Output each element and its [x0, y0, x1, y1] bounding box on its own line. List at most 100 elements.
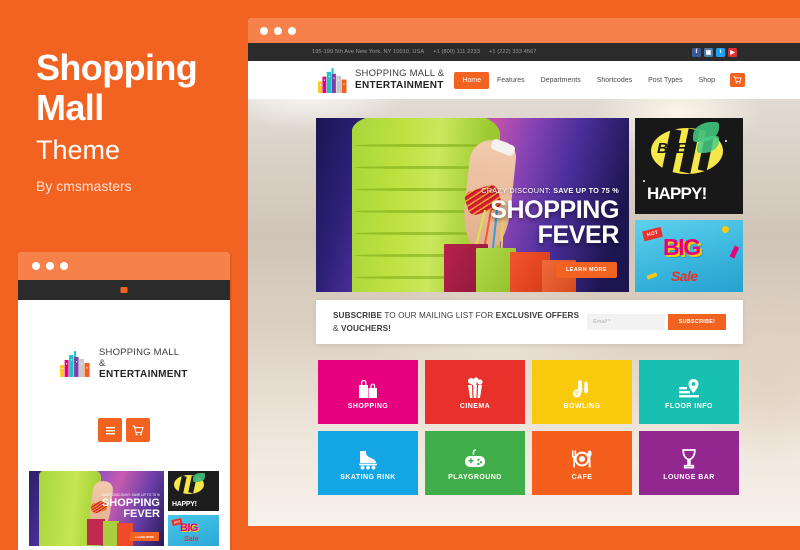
- mobile-banner-column: HAPPY! HOT BIG Sale: [168, 471, 219, 546]
- bee-happy-banner[interactable]: BEE HAPPY!: [635, 118, 743, 214]
- youtube-icon[interactable]: ▶: [728, 47, 737, 57]
- city-skyline-logo-icon: [318, 67, 347, 93]
- minimize-dot-icon[interactable]: [274, 27, 282, 35]
- logo-line-1: SHOPPING MALL &: [99, 347, 179, 369]
- mobile-cart-button[interactable]: [126, 418, 150, 442]
- instagram-icon[interactable]: ▣: [704, 47, 713, 57]
- map-pin-icon: [677, 375, 701, 401]
- promo-title-line2: Mall: [36, 87, 104, 128]
- promo-subtitle: Theme: [36, 135, 121, 165]
- mobile-action-buttons: [98, 418, 150, 442]
- contact-topbar: 195-199 5th Ave New York, NY 10010, USA …: [248, 43, 800, 61]
- tile-lounge-bar[interactable]: LOUNGE BAR: [639, 431, 739, 495]
- mobile-hero-row: CRAZY DISCOUNT: SAVE UP TO 75 % SHOPPING…: [29, 471, 219, 546]
- promo-author: By cmsmasters: [36, 178, 132, 194]
- phone-1[interactable]: +1 (800) 111 2233: [433, 49, 480, 55]
- address-text: 195-199 5th Ave New York, NY 10010, USA: [312, 49, 425, 55]
- shopping-bags-icon: [356, 375, 380, 401]
- tile-label: CAFE: [571, 473, 593, 481]
- tile-bowling[interactable]: BOWLING: [532, 360, 632, 424]
- site-logo[interactable]: SHOPPING MALL & ENTERTAINMENT: [318, 67, 445, 93]
- mobile-menu-button[interactable]: [98, 418, 122, 442]
- tile-label: LOUNGE BAR: [663, 473, 715, 481]
- nav-item-shortcodes[interactable]: Shortcodes: [589, 72, 640, 89]
- hero-title-line2: FEVER: [537, 221, 620, 249]
- subscribe-button[interactable]: SUBSCRIBE!: [668, 314, 726, 330]
- nav-item-features[interactable]: Features: [489, 72, 533, 89]
- mobile-site-body: SHOPPING MALL & ENTERTAINMENT CRAZY DISC…: [18, 300, 230, 550]
- tile-cafe[interactable]: CAFE: [532, 431, 632, 495]
- contact-info: 195-199 5th Ave New York, NY 10010, USA …: [312, 49, 537, 55]
- hero-eyebrow: CRAZY DISCOUNT: SAVE UP TO 75 %: [439, 186, 619, 195]
- subscribe-bar: SUBSCRIBE TO OUR MAILING LIST FOR EXCLUS…: [316, 300, 743, 344]
- social-links: f ▣ t ▶: [692, 47, 737, 57]
- tile-label: SKATING RINK: [340, 473, 396, 481]
- logo-line-2: ENTERTAINMENT: [355, 79, 444, 91]
- tile-label: BOWLING: [563, 402, 601, 410]
- hamburger-menu-icon: [105, 426, 115, 434]
- cart-button[interactable]: [730, 73, 745, 87]
- tile-label: CINEMA: [459, 402, 491, 410]
- hero-slider[interactable]: CRAZY DISCOUNT: SAVE UP TO 75 % SHOPPING…: [316, 118, 629, 292]
- tile-label: PLAYGROUND: [448, 473, 502, 481]
- hero-title-line1: SHOPPING: [490, 196, 619, 224]
- plate-cutlery-icon: [570, 446, 594, 472]
- phone-2[interactable]: +1 (222) 333 4567: [489, 49, 537, 55]
- hero-eyebrow-plain: CRAZY DISCOUNT:: [481, 186, 554, 195]
- site-logo-text: SHOPPING MALL & ENTERTAINMENT: [355, 68, 445, 91]
- mobile-big-sale-banner[interactable]: HOT BIG Sale: [168, 515, 219, 546]
- big-sale-banner[interactable]: HOT BIG Sale: [635, 220, 743, 292]
- tile-floor-info[interactable]: FLOOR INFO: [639, 360, 739, 424]
- popcorn-icon: [463, 375, 487, 401]
- bowling-pins-icon: [570, 375, 594, 401]
- nav-item-shop[interactable]: Shop: [691, 72, 723, 89]
- tile-shopping[interactable]: SHOPPING: [318, 360, 418, 424]
- subscribe-bold-3: VOUCHERS!: [340, 324, 391, 333]
- promo-banner-column: BEE HAPPY! HOT BIG Sale: [635, 118, 743, 292]
- maximize-dot-icon[interactable]: [288, 27, 296, 35]
- window-controls: [260, 27, 296, 35]
- close-dot-icon[interactable]: [260, 27, 268, 35]
- mobile-hero-slide[interactable]: CRAZY DISCOUNT: SAVE UP TO 75 % SHOPPING…: [29, 471, 164, 546]
- cart-icon: [733, 76, 742, 84]
- roller-skate-icon: [356, 446, 380, 472]
- subscribe-bold-2: EXCLUSIVE OFFERS: [495, 311, 580, 320]
- mobile-bee-happy-banner[interactable]: HAPPY!: [168, 471, 219, 511]
- subscribe-plain-2: &: [333, 324, 341, 333]
- category-tiles: SHOPPING CINEMA BOWLING FLOOR INFO SKATI…: [318, 360, 748, 495]
- page-title: Shopping Mall: [36, 48, 246, 128]
- maximize-dot-icon[interactable]: [60, 262, 68, 270]
- email-input[interactable]: Email *: [587, 314, 665, 330]
- subscribe-plain-1: TO OUR MAILING LIST FOR: [382, 311, 496, 320]
- twitter-icon[interactable]: t: [716, 47, 725, 57]
- logo-line-1: SHOPPING MALL &: [355, 68, 445, 80]
- gamepad-icon: [463, 446, 487, 472]
- subscribe-text: SUBSCRIBE TO OUR MAILING LIST FOR EXCLUS…: [333, 309, 583, 335]
- mobile-topbar: [18, 280, 230, 300]
- cart-icon: [132, 425, 144, 435]
- subscribe-bold-1: SUBSCRIBE: [333, 311, 383, 320]
- tile-cinema[interactable]: CINEMA: [425, 360, 525, 424]
- city-skyline-logo-icon: [60, 351, 90, 378]
- site-header: SHOPPING MALL & ENTERTAINMENT Home Featu…: [248, 61, 800, 99]
- tile-skating-rink[interactable]: SKATING RINK: [318, 431, 418, 495]
- window-controls: [32, 262, 68, 270]
- tile-playground[interactable]: PLAYGROUND: [425, 431, 525, 495]
- nav-item-departments[interactable]: Departments: [533, 72, 589, 89]
- mobile-logo-text: SHOPPING MALL & ENTERTAINMENT: [99, 347, 188, 381]
- hero-cta-button[interactable]: LEARN MORE: [556, 262, 617, 278]
- mobile-logo[interactable]: SHOPPING MALL & ENTERTAINMENT: [60, 347, 188, 381]
- logo-line-2: ENTERTAINMENT: [99, 369, 188, 381]
- tile-label: SHOPPING: [347, 402, 389, 410]
- main-navigation: Home Features Departments Shortcodes Pos…: [454, 71, 745, 89]
- mobile-browser-chrome: [18, 252, 230, 280]
- promo-panel: Shopping Mall Theme By cmsmasters SHOPPI…: [0, 0, 248, 550]
- facebook-icon[interactable]: f: [692, 47, 701, 57]
- mobile-social-icon[interactable]: [120, 287, 128, 293]
- nav-item-post-types[interactable]: Post Types: [640, 72, 691, 89]
- wine-glass-icon: [677, 446, 701, 472]
- close-dot-icon[interactable]: [32, 262, 40, 270]
- mobile-preview: SHOPPING MALL & ENTERTAINMENT CRAZY DISC…: [18, 252, 230, 550]
- nav-item-home[interactable]: Home: [454, 71, 489, 89]
- minimize-dot-icon[interactable]: [46, 262, 54, 270]
